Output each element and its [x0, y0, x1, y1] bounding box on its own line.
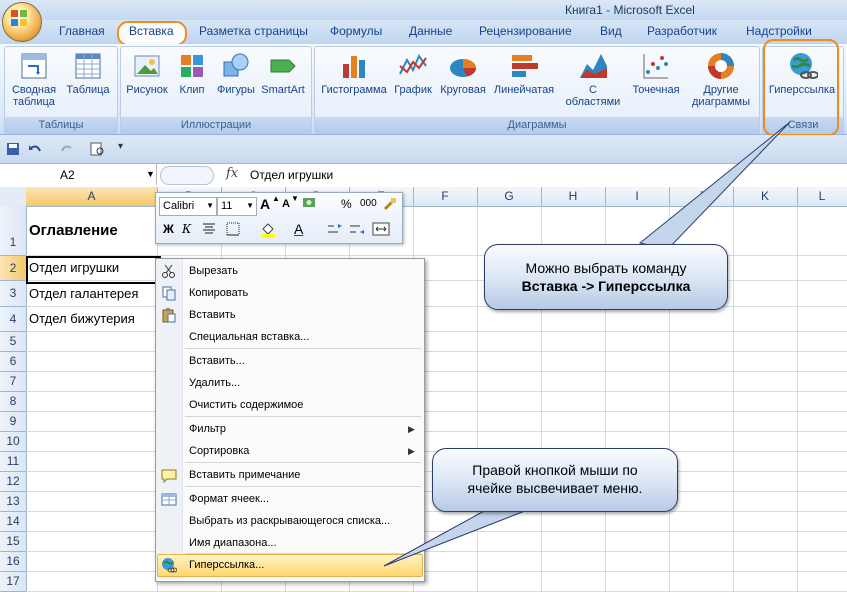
top-callout-line1: Можно выбрать команду: [525, 260, 687, 276]
top-callout: Можно выбрать команду Вставка -> Гиперсс…: [484, 244, 728, 310]
office-logo-icon: [11, 10, 27, 26]
bottom-callout-pointer: [383, 504, 536, 567]
top-callout-line2: Вставка -> Гиперссылка: [521, 278, 691, 294]
bottom-callout-line2: ячейке высвечивает меню.: [467, 480, 643, 496]
bottom-callout-line1: Правой кнопкой мыши по: [472, 462, 638, 478]
top-callout-pointer: [638, 121, 791, 250]
bottom-callout: Правой кнопкой мыши по ячейке высвечивае…: [432, 448, 678, 512]
